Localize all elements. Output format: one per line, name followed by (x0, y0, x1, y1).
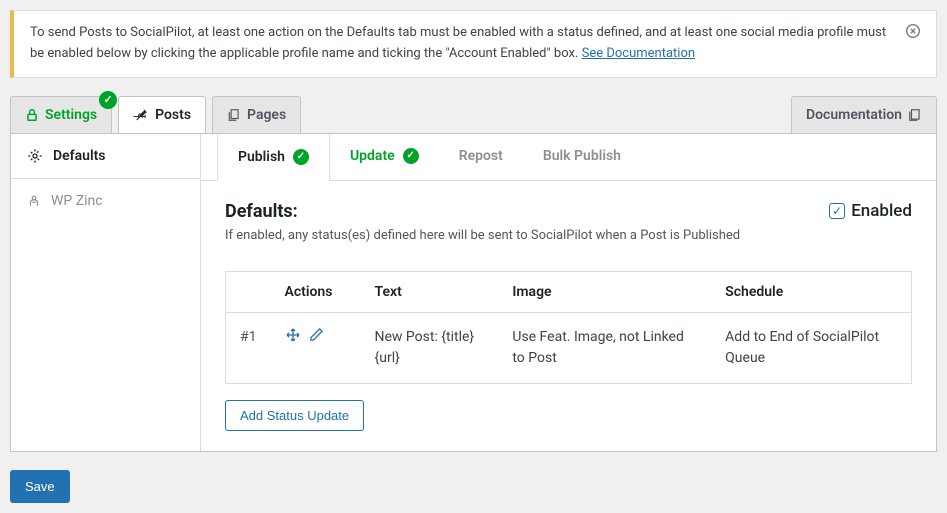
tab-documentation[interactable]: Documentation (791, 96, 937, 133)
tab-pages[interactable]: Pages (212, 96, 301, 133)
main-tabs: Settings ✓ Posts Pages Documentation (10, 96, 937, 134)
enabled-label: Enabled (851, 201, 912, 221)
defaults-description: If enabled, any status(es) defined here … (225, 228, 912, 243)
enabled-checkbox[interactable]: ✓ (829, 203, 845, 219)
subtab-update[interactable]: Update ✓ (330, 134, 439, 180)
th-text: Text (361, 271, 499, 312)
close-icon[interactable] (894, 23, 920, 42)
edit-icon[interactable] (309, 327, 324, 350)
th-num (226, 271, 271, 312)
tab-posts[interactable]: Posts (118, 96, 206, 133)
admin-notice: To send Posts to SocialPilot, at least o… (10, 10, 937, 78)
enabled-toggle[interactable]: ✓ Enabled (829, 201, 912, 221)
notice-message: To send Posts to SocialPilot, at least o… (30, 25, 886, 61)
content-area: Publish ✓ Update ✓ Repost Bulk Publish D… (201, 134, 936, 451)
sidebar-defaults-label: Defaults (53, 148, 106, 164)
status-table: Actions Text Image Schedule #1 (225, 271, 912, 384)
check-icon: ✓ (293, 149, 309, 165)
subtab-repost[interactable]: Repost (439, 134, 523, 180)
tab-settings[interactable]: Settings ✓ (10, 96, 112, 133)
notice-text: To send Posts to SocialPilot, at least o… (30, 23, 894, 65)
notice-doc-link[interactable]: See Documentation (582, 46, 695, 61)
move-icon[interactable] (285, 327, 301, 350)
sidebar-item-wpzinc[interactable]: WP Zinc (11, 179, 200, 223)
row-image: Use Feat. Image, not Linked to Post (498, 312, 711, 383)
subtab-bulk-publish[interactable]: Bulk Publish (523, 134, 641, 180)
th-schedule: Schedule (711, 271, 911, 312)
tab-documentation-label: Documentation (806, 107, 902, 123)
pages-icon (227, 108, 241, 122)
subtab-update-label: Update (350, 148, 395, 164)
sidebar-item-defaults[interactable]: Defaults (11, 134, 200, 179)
subtab-bulk-label: Bulk Publish (543, 148, 621, 164)
tab-settings-label: Settings (45, 107, 97, 123)
lock-icon (25, 108, 39, 122)
check-icon: ✓ (403, 148, 419, 164)
subtabs: Publish ✓ Update ✓ Repost Bulk Publish (201, 134, 936, 181)
save-button[interactable]: Save (10, 470, 70, 503)
book-icon (908, 108, 922, 122)
add-status-button[interactable]: Add Status Update (225, 400, 364, 431)
tab-pages-label: Pages (247, 107, 286, 123)
subtab-repost-label: Repost (459, 148, 503, 164)
th-actions: Actions (271, 271, 361, 312)
table-row: #1 New Post: {title} {url} (226, 312, 912, 383)
defaults-heading: Defaults: (225, 201, 298, 222)
th-image: Image (498, 271, 711, 312)
settings-sidebar: Defaults WP Zinc (11, 134, 201, 451)
row-number: #1 (226, 312, 271, 383)
row-schedule: Add to End of SocialPilot Queue (711, 312, 911, 383)
subtab-publish-label: Publish (238, 149, 285, 165)
row-text: New Post: {title} {url} (361, 312, 499, 383)
settings-panel: Defaults WP Zinc Publish ✓ Update ✓ Repo… (10, 134, 937, 452)
pin-icon (133, 107, 149, 123)
profile-icon (27, 194, 41, 208)
check-badge-icon: ✓ (99, 91, 117, 109)
subtab-publish[interactable]: Publish ✓ (217, 134, 330, 181)
tab-posts-label: Posts (155, 107, 191, 123)
sidebar-wpzinc-label: WP Zinc (51, 193, 103, 209)
gear-icon (27, 148, 43, 164)
